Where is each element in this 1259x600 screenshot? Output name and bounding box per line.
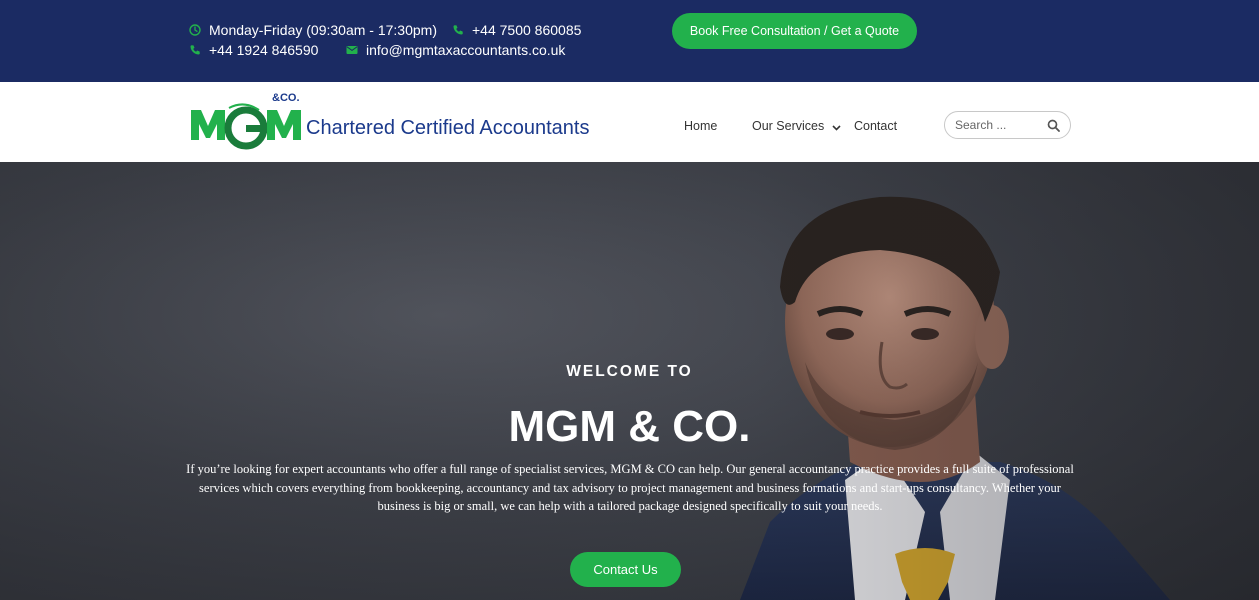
hero-description: If you’re looking for expert accountants…	[186, 462, 1074, 513]
hero-title: MGM & CO.	[508, 402, 751, 451]
clock-icon	[189, 24, 201, 36]
chevron-down-icon[interactable]	[832, 120, 841, 134]
hero-banner: WELCOME TO MGM & CO. If you’re looking f…	[0, 162, 1259, 600]
nav-our-services-label[interactable]: Our Services	[752, 119, 824, 133]
search-icon[interactable]	[1046, 118, 1060, 132]
logo-tagline: Chartered Certified Accountants	[306, 117, 590, 139]
email-link[interactable]: info@mgmtaxaccountants.co.uk	[346, 42, 565, 58]
opening-hours-text: Monday-Friday (09:30am - 17:30pm)	[209, 22, 437, 38]
phone-landline-text[interactable]: +44 1924 846590	[209, 42, 318, 58]
nav-our-services[interactable]: Our Services	[752, 119, 841, 134]
hero-overlay	[0, 162, 1259, 600]
hero-kicker: WELCOME TO	[566, 363, 693, 380]
logo-mark-graphic	[191, 103, 301, 150]
search-input[interactable]	[955, 118, 1035, 132]
phone-mobile[interactable]: +44 7500 860085	[452, 22, 581, 38]
phone-mobile-text[interactable]: +44 7500 860085	[472, 22, 581, 38]
phone-landline[interactable]: +44 1924 846590	[189, 42, 318, 58]
phone-icon	[452, 24, 464, 36]
opening-hours: Monday-Friday (09:30am - 17:30pm)	[189, 22, 437, 38]
envelope-icon	[346, 44, 358, 56]
nav-contact[interactable]: Contact	[854, 119, 897, 133]
site-logo[interactable]: &CO. Chartered Certified Accountants	[189, 92, 590, 150]
contact-us-button[interactable]: Contact Us	[570, 552, 681, 587]
book-consultation-button[interactable]: Book Free Consultation / Get a Quote	[672, 13, 917, 49]
phone-icon	[189, 44, 201, 56]
nav-home[interactable]: Home	[684, 119, 717, 133]
logo-co-suffix: &CO.	[272, 92, 300, 104]
top-contact-bar: Monday-Friday (09:30am - 17:30pm) +44 19…	[0, 0, 1259, 82]
search-box[interactable]	[944, 111, 1071, 139]
site-header: &CO. Chartered Certified Accountants Hom…	[0, 82, 1259, 162]
email-text[interactable]: info@mgmtaxaccountants.co.uk	[366, 42, 565, 58]
